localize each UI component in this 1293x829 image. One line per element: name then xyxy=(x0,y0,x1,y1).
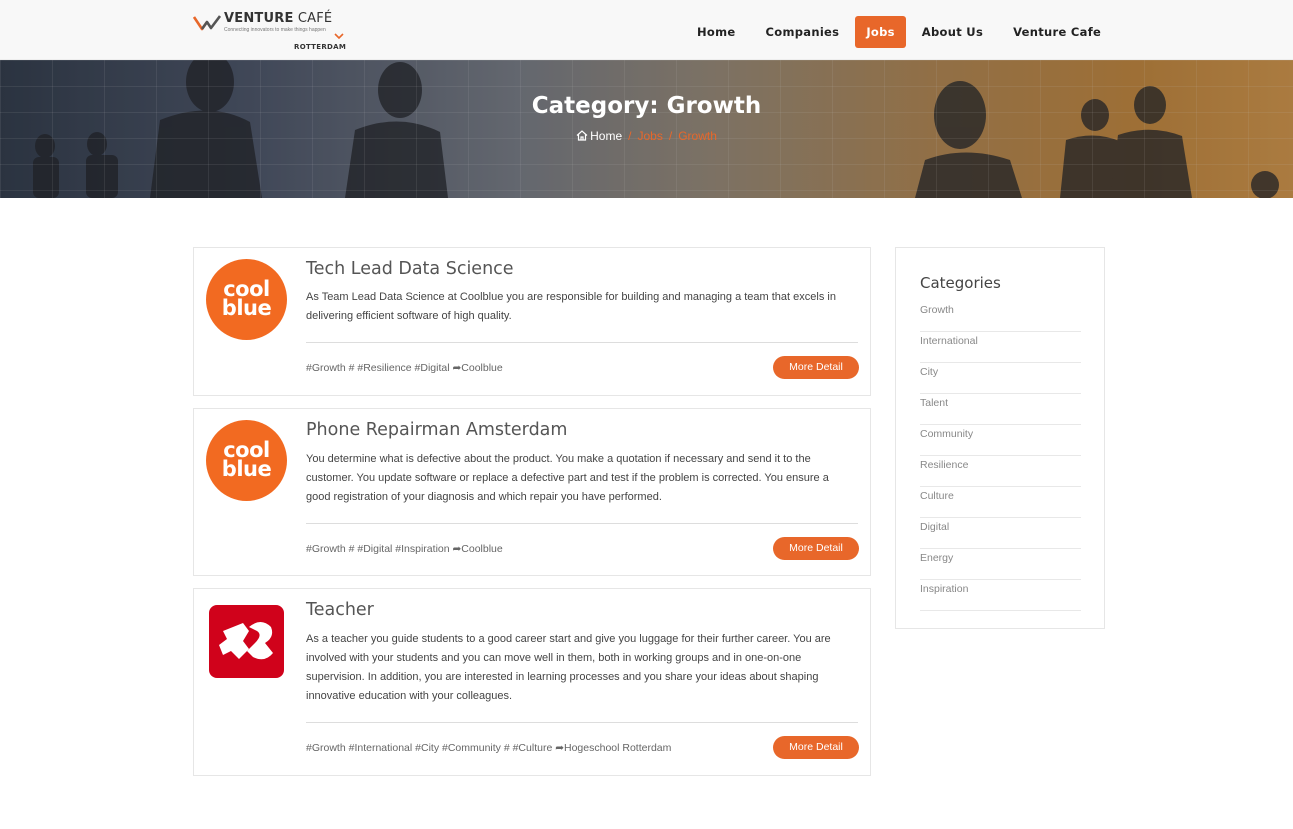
category-digital[interactable]: Digital xyxy=(920,518,1081,549)
job-tags: #Growth #International #City #Community … xyxy=(306,742,672,754)
categories-sidebar: Categories Growth International City Tal… xyxy=(895,247,1105,629)
logo-tagline: Connecting innovators to make things hap… xyxy=(224,27,326,33)
chevron-down-icon xyxy=(334,32,344,41)
breadcrumb-separator: / xyxy=(668,129,673,143)
category-international[interactable]: International xyxy=(920,332,1081,363)
job-tags: #Growth # #Resilience #Digital ➦Coolblue xyxy=(306,362,503,374)
category-community[interactable]: Community xyxy=(920,425,1081,456)
more-detail-button[interactable]: More Detail xyxy=(773,356,859,379)
breadcrumb-jobs[interactable]: Jobs xyxy=(637,129,662,143)
hogeschool-rotterdam-logo[interactable] xyxy=(206,600,287,681)
job-title[interactable]: Teacher xyxy=(306,600,374,620)
coolblue-logo[interactable]: cool blue xyxy=(206,420,287,501)
logo-name: VENTURE CAFÉ xyxy=(224,11,333,26)
category-talent[interactable]: Talent xyxy=(920,394,1081,425)
category-inspiration[interactable]: Inspiration xyxy=(920,580,1081,611)
more-detail-button[interactable]: More Detail xyxy=(773,537,859,560)
divider xyxy=(306,523,858,524)
job-card: Teacher As a teacher you guide students … xyxy=(193,588,871,776)
job-tags: #Growth # #Digital #Inspiration ➦Coolblu… xyxy=(306,543,503,555)
job-description: You determine what is defective about th… xyxy=(306,453,829,503)
nav-about-us[interactable]: About Us xyxy=(907,16,998,48)
category-list: Growth International City Talent Communi… xyxy=(920,301,1081,611)
logo-text-line: blue xyxy=(221,296,272,320)
job-card: cool blue Phone Repairman Amsterdam You d… xyxy=(193,408,871,576)
more-detail-button[interactable]: More Detail xyxy=(773,736,859,759)
nav-home[interactable]: Home xyxy=(682,16,751,48)
nav-venture-cafe[interactable]: Venture Cafe xyxy=(998,16,1116,48)
logo-text-line: blue xyxy=(221,457,272,481)
hogeschool-mark-icon xyxy=(219,622,273,660)
category-resilience[interactable]: Resilience xyxy=(920,456,1081,487)
venture-cafe-mark-icon xyxy=(193,15,221,31)
breadcrumb: Home / Jobs / Growth xyxy=(0,129,1293,143)
job-description: As Team Lead Data Science at Coolblue yo… xyxy=(306,291,836,322)
home-icon xyxy=(576,130,588,141)
breadcrumb-growth: Growth xyxy=(678,129,717,143)
page-title: Category: Growth xyxy=(531,93,762,119)
category-growth[interactable]: Growth xyxy=(920,301,1081,332)
logo-city: ROTTERDAM xyxy=(294,43,347,51)
category-energy[interactable]: Energy xyxy=(920,549,1081,580)
sidebar-title: Categories xyxy=(920,274,1001,292)
site-header: VENTURE CAFÉ Connecting innovators to ma… xyxy=(0,0,1293,60)
category-city[interactable]: City xyxy=(920,363,1081,394)
breadcrumb-separator: / xyxy=(628,129,632,143)
job-title[interactable]: Phone Repairman Amsterdam xyxy=(306,420,567,440)
nav-companies[interactable]: Companies xyxy=(751,16,855,48)
venture-cafe-logo[interactable]: VENTURE CAFÉ Connecting innovators to ma… xyxy=(193,10,353,54)
divider xyxy=(306,722,858,723)
main-nav: Home Companies Jobs About Us Venture Caf… xyxy=(682,16,1116,48)
coolblue-logo[interactable]: cool blue xyxy=(206,259,287,340)
job-description: As a teacher you guide students to a goo… xyxy=(306,633,831,702)
divider xyxy=(306,342,858,343)
page-banner: Category: Growth Home / Jobs / Growth xyxy=(0,60,1293,198)
nav-jobs[interactable]: Jobs xyxy=(855,16,906,48)
job-card: cool blue Tech Lead Data Science As Team … xyxy=(193,247,871,396)
category-culture[interactable]: Culture xyxy=(920,487,1081,518)
job-title[interactable]: Tech Lead Data Science xyxy=(306,259,514,279)
breadcrumb-home[interactable]: Home xyxy=(590,129,622,143)
